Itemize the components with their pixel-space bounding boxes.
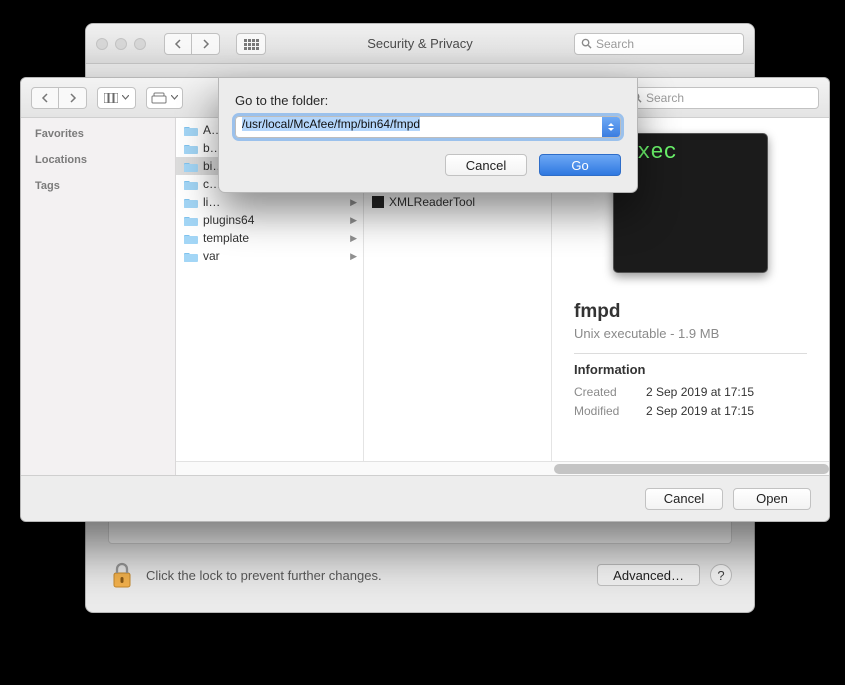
lock-text: Click the lock to prevent further change… [146,568,587,583]
sec-nav [164,33,220,55]
preview-created-label: Created [574,385,646,399]
sec-window-title: Security & Privacy [274,36,566,51]
open-footer: Cancel Open [21,475,829,521]
show-all-button[interactable] [236,33,266,55]
chevron-right-icon: ▶ [350,233,357,244]
sidebar-section: Locations [35,154,161,166]
zoom-dot[interactable] [134,38,146,50]
chevron-right-icon: ▶ [350,197,357,208]
goto-path-value: /usr/local/McAfee/fmp/bin64/fmpd [242,117,420,131]
group-button[interactable] [146,87,183,109]
chevron-right-icon: ▶ [350,215,357,226]
open-search-placeholder: Search [646,91,684,105]
preview-created-value: 2 Sep 2019 at 17:15 [646,385,754,399]
list-item[interactable]: XMLReaderTool [364,193,551,211]
item-label: plugins64 [203,213,254,227]
sec-titlebar: Security & Privacy Search [86,24,754,64]
item-label: var [203,249,220,263]
search-icon [581,38,592,49]
list-item[interactable]: plugins64 ▶ [176,211,363,229]
help-button[interactable]: ? [710,564,732,586]
sidebar-section: Favorites [35,128,161,140]
goto-dropdown-button[interactable] [602,117,620,137]
close-dot[interactable] [96,38,108,50]
goto-label: Go to the folder: [235,93,621,108]
chevron-right-icon: ▶ [350,251,357,262]
view-mode-button[interactable] [97,87,136,109]
lock-icon[interactable] [108,560,136,590]
preview-info-label: Information [574,362,807,377]
back-button[interactable] [164,33,192,55]
sec-search-field[interactable]: Search [574,33,744,55]
goto-go-button[interactable]: Go [539,154,621,176]
preview-filename: fmpd [574,301,807,323]
list-item[interactable]: var ▶ [176,247,363,265]
goto-cancel-button[interactable]: Cancel [445,154,527,176]
item-label: template [203,231,249,245]
preview-exec-text: exec [624,140,757,165]
list-item[interactable]: template ▶ [176,229,363,247]
preview-modified-label: Modified [574,404,646,418]
open-cancel-button[interactable]: Cancel [645,488,723,510]
item-label: XMLReaderTool [389,195,475,209]
advanced-button[interactable]: Advanced… [597,564,700,586]
preview-modified-value: 2 Sep 2019 at 17:15 [646,404,754,418]
item-label: li… [203,195,220,209]
exec-icon [372,196,384,208]
columns-icon [104,93,118,103]
scrollbar-thumb[interactable] [554,464,829,474]
updown-icon [607,122,615,132]
chevron-down-icon [171,95,178,100]
open-back-button[interactable] [31,87,59,109]
sidebar-section: Tags [35,180,161,192]
horizontal-scrollbar[interactable] [176,461,829,475]
list-item[interactable]: li… ▶ [176,193,363,211]
open-sidebar: Favorites Locations Tags [21,118,176,475]
forward-button[interactable] [192,33,220,55]
preview-kind: Unix executable - 1.9 MB [574,326,807,341]
open-search-field[interactable]: Search [624,87,819,109]
open-nav [31,87,87,109]
open-forward-button[interactable] [59,87,87,109]
group-icon [151,92,167,104]
goto-path-input[interactable]: /usr/local/McAfee/fmp/bin64/fmpd [235,116,621,138]
open-open-button[interactable]: Open [733,488,811,510]
chevron-down-icon [122,95,129,100]
minimize-dot[interactable] [115,38,127,50]
sec-search-placeholder: Search [596,37,634,51]
window-controls [96,38,146,50]
goto-folder-sheet: Go to the folder: /usr/local/McAfee/fmp/… [218,77,638,193]
